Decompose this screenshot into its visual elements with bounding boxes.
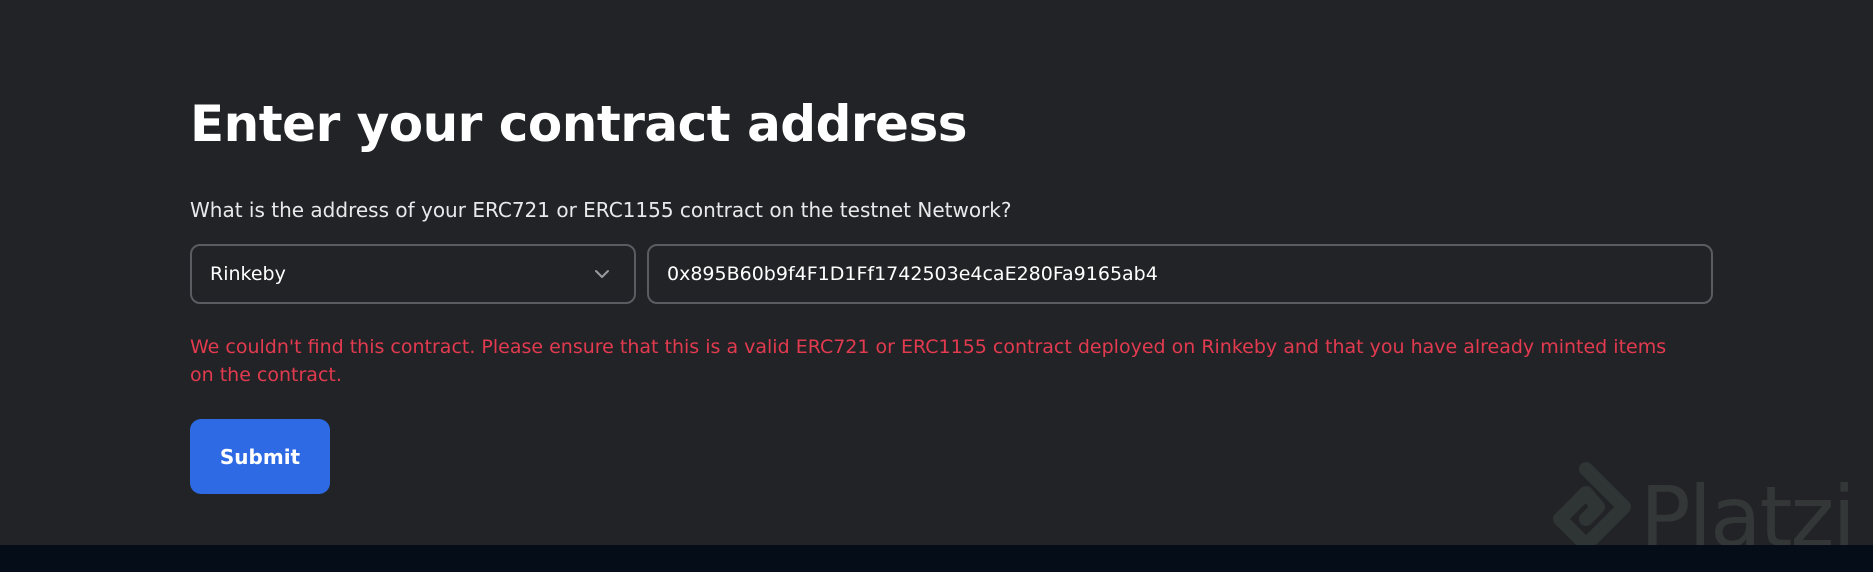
contract-address-input[interactable] [647, 244, 1713, 304]
contract-form: Enter your contract address What is the … [190, 88, 1713, 494]
page-title: Enter your contract address [190, 95, 967, 153]
contract-question-label: What is the address of your ERC721 or ER… [190, 198, 1012, 222]
submit-button[interactable]: Submit [190, 419, 330, 494]
network-select-value: Rinkeby [210, 263, 286, 285]
bottom-bar [0, 545, 1873, 572]
error-message: We couldn't find this contract. Please e… [190, 336, 1667, 386]
chevron-down-icon [592, 264, 612, 284]
network-select[interactable]: Rinkeby [190, 244, 636, 304]
contract-input-row: Rinkeby [190, 244, 1713, 304]
